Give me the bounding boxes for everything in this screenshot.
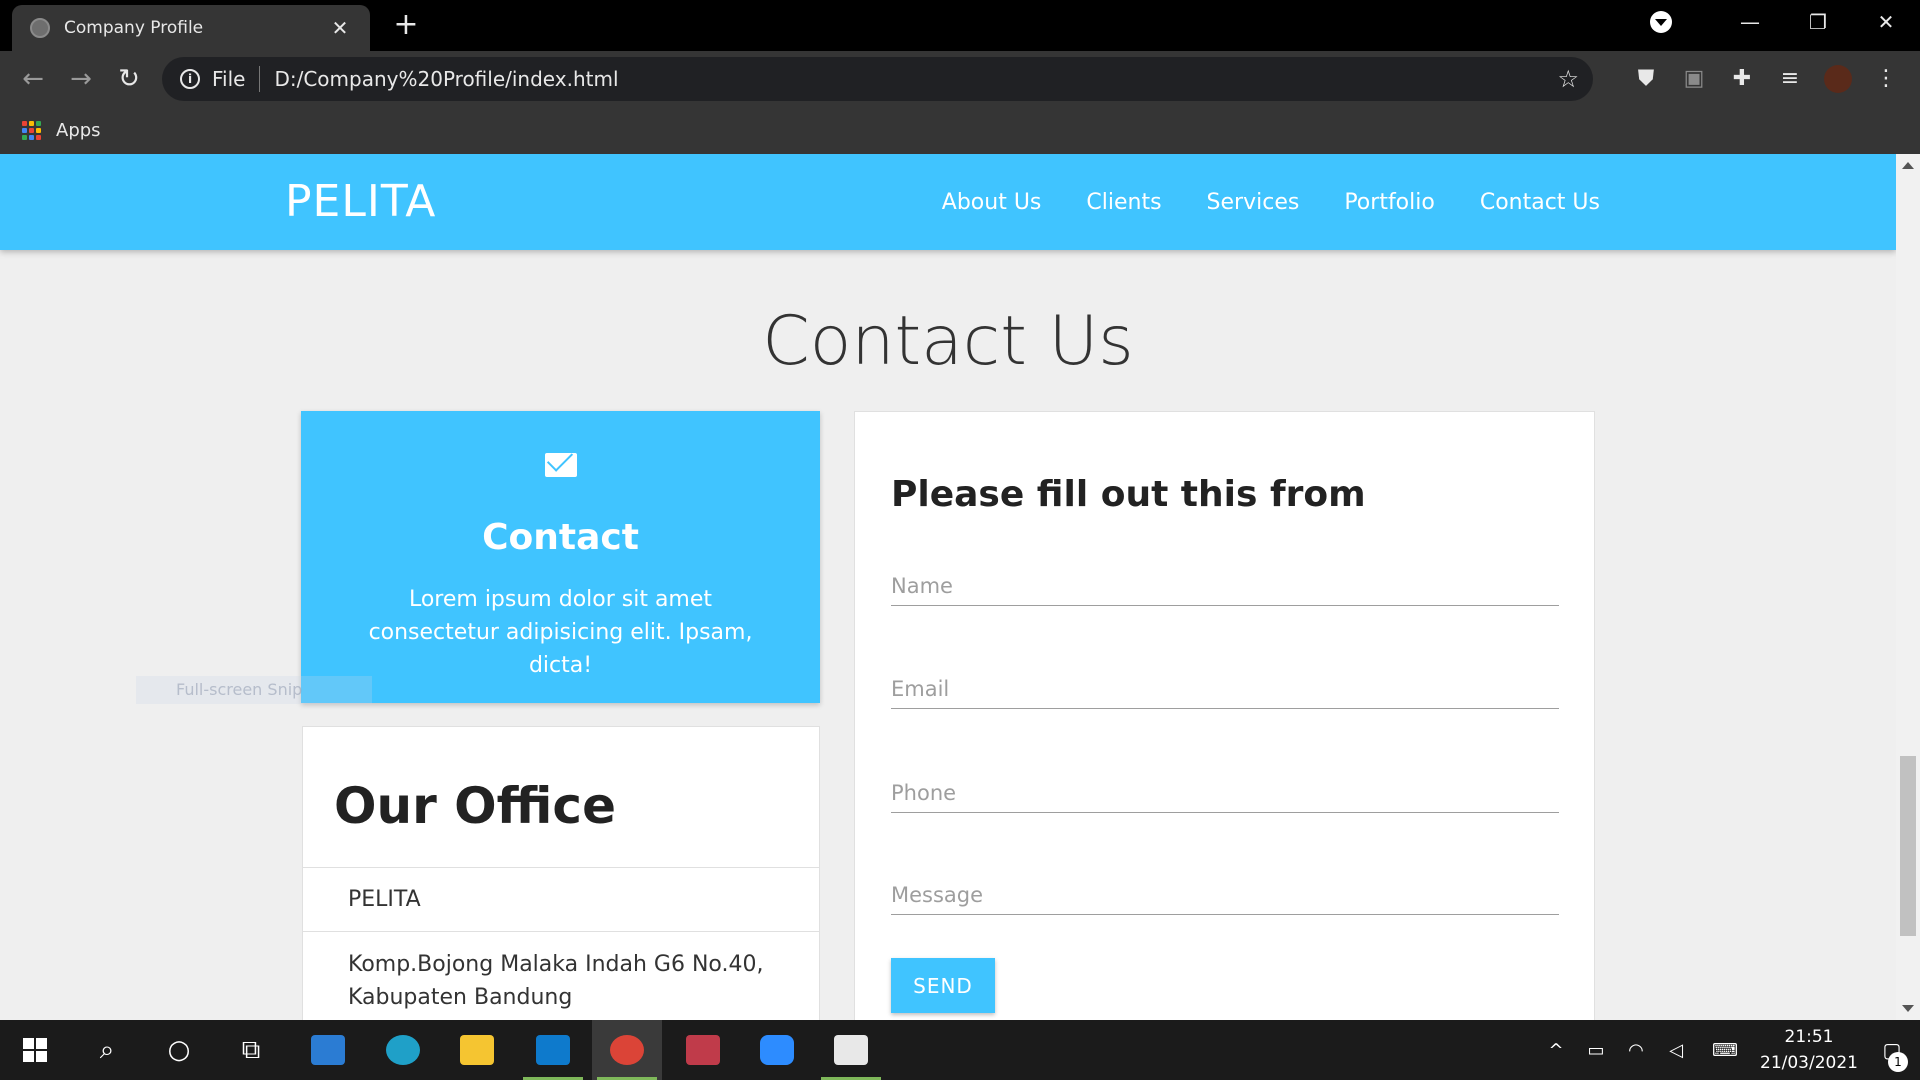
battery-icon[interactable]: ▭ (1576, 1040, 1616, 1061)
search-icon[interactable]: ⌕ (72, 1020, 142, 1080)
mail-icon (545, 453, 577, 477)
start-button[interactable] (0, 1020, 70, 1080)
store-icon[interactable] (816, 1020, 886, 1080)
send-button[interactable]: SEND (891, 958, 995, 1013)
close-tab-icon[interactable]: ✕ (328, 16, 352, 40)
vscode-icon[interactable] (518, 1020, 588, 1080)
window-controls: — ❐ ✕ (1650, 0, 1920, 44)
kebab-menu-icon[interactable]: ⋮ (1872, 65, 1900, 93)
notification-icon[interactable]: ▢ 1 (1864, 1038, 1920, 1072)
media-queue-icon[interactable]: ≡ (1776, 65, 1804, 93)
reload-icon[interactable]: ↻ (114, 64, 144, 94)
name-field[interactable] (891, 566, 1559, 605)
wifi-icon[interactable]: ◠ (1616, 1040, 1656, 1061)
keyboard-icon[interactable]: ⌨ (1696, 1040, 1754, 1061)
clock[interactable]: 21:51 21/03/2021 (1754, 1024, 1864, 1076)
nav-services[interactable]: Services (1207, 190, 1300, 215)
phone-field[interactable] (891, 773, 1559, 812)
nav-contact-us[interactable]: Contact Us (1480, 190, 1600, 215)
profile-avatar[interactable] (1824, 65, 1852, 93)
puzzle-icon[interactable]: ✚ (1728, 65, 1756, 93)
url-text[interactable]: D:/Company%20Profile/index.html (274, 67, 1557, 91)
apps-grid-icon[interactable] (22, 120, 42, 141)
apps-bookmark[interactable]: Apps (56, 120, 101, 141)
minimize-button[interactable]: — (1716, 10, 1784, 34)
clock-time: 21:51 (1784, 1027, 1834, 1047)
email-field-wrapper (891, 669, 1559, 709)
close-window-button[interactable]: ✕ (1852, 10, 1920, 34)
windows-logo-icon (23, 1038, 47, 1062)
forward-arrow-icon[interactable]: → (66, 64, 96, 94)
scroll-down-arrow-icon[interactable] (1902, 1005, 1914, 1012)
nav-about-us[interactable]: About Us (942, 190, 1042, 215)
tab-search-icon[interactable] (1650, 11, 1672, 33)
browser-toolbar: ← → ↻ i File D:/Company%20Profile/index.… (0, 51, 1920, 107)
new-tab-button[interactable]: + (392, 10, 420, 40)
system-tray: ^ ▭ ◠ ◁ ⌨ 21:51 21/03/2021 ▢ 1 (1536, 1020, 1920, 1080)
restore-button[interactable]: ❐ (1784, 10, 1852, 34)
nav-portfolio[interactable]: Portfolio (1344, 190, 1435, 215)
cortana-icon[interactable]: ○ (144, 1020, 214, 1080)
form-heading: Please fill out this from (891, 474, 1366, 515)
nav-menu: About Us Clients Services Portfolio Cont… (897, 154, 1600, 250)
site-navbar: PELITA About Us Clients Services Portfol… (0, 154, 1896, 250)
snip-overlay-tooltip: Full-screen Snip (136, 676, 372, 704)
browser-tab-bar: Company Profile ✕ + — ❐ ✕ (0, 0, 1920, 51)
office-card: Our Office PELITA Komp.Bojong Malaka Ind… (302, 726, 820, 1020)
globe-icon (30, 18, 50, 38)
scrollbar-thumb[interactable] (1900, 756, 1916, 936)
info-icon[interactable]: i (180, 69, 200, 89)
extension-box-icon[interactable]: ▣ (1680, 65, 1708, 93)
office-heading: Our Office (334, 777, 616, 835)
zoom-icon[interactable] (742, 1020, 812, 1080)
site-brand[interactable]: PELITA (285, 176, 436, 227)
tab-title: Company Profile (64, 18, 204, 38)
mail-app-icon[interactable] (293, 1020, 363, 1080)
nav-clients[interactable]: Clients (1086, 190, 1161, 215)
office-name: PELITA (303, 867, 819, 931)
contact-heading: Contact (482, 517, 639, 558)
bookmark-star-icon[interactable]: ☆ (1557, 65, 1579, 93)
section-title: Contact Us (762, 302, 1134, 381)
edge-icon[interactable] (368, 1020, 438, 1080)
scroll-up-arrow-icon[interactable] (1902, 162, 1914, 169)
message-field-wrapper (891, 875, 1559, 915)
contact-card: Contact Lorem ipsum dolor sit amet conse… (301, 411, 820, 703)
task-view-icon[interactable]: ⧉ (216, 1020, 286, 1080)
browser-tab[interactable]: Company Profile ✕ (12, 5, 370, 51)
snip-sketch-icon[interactable] (668, 1020, 738, 1080)
chevron-up-icon[interactable]: ^ (1536, 1040, 1576, 1061)
windows-taskbar: ⌕ ○ ⧉ ^ ▭ ◠ ◁ ⌨ 21:51 21/03/2021 ▢ 1 (0, 1020, 1920, 1080)
file-explorer-icon[interactable] (442, 1020, 512, 1080)
message-field[interactable] (891, 875, 1559, 914)
phone-field-wrapper (891, 773, 1559, 813)
page-scrollbar[interactable] (1896, 154, 1920, 1020)
address-divider (259, 66, 261, 92)
back-arrow-icon[interactable]: ← (18, 64, 48, 94)
address-bar[interactable]: i File D:/Company%20Profile/index.html ☆ (162, 57, 1593, 101)
scheme-label: File (212, 67, 246, 91)
notification-badge: 1 (1888, 1052, 1908, 1072)
clock-date: 21/03/2021 (1760, 1053, 1858, 1073)
contact-form: Please fill out this from SEND (854, 411, 1595, 1020)
bookmarks-bar: Apps (0, 107, 1920, 154)
shield-extension-icon[interactable]: ⛊ (1632, 65, 1660, 93)
name-field-wrapper (891, 566, 1559, 606)
contact-text: Lorem ipsum dolor sit amet consectetur a… (368, 587, 753, 678)
email-field[interactable] (891, 669, 1559, 708)
volume-icon[interactable]: ◁ (1656, 1040, 1696, 1061)
page-viewport: PELITA About Us Clients Services Portfol… (0, 154, 1920, 1020)
chrome-icon[interactable] (592, 1020, 662, 1080)
office-address: Komp.Bojong Malaka Indah G6 No.40, Kabup… (303, 931, 819, 1014)
